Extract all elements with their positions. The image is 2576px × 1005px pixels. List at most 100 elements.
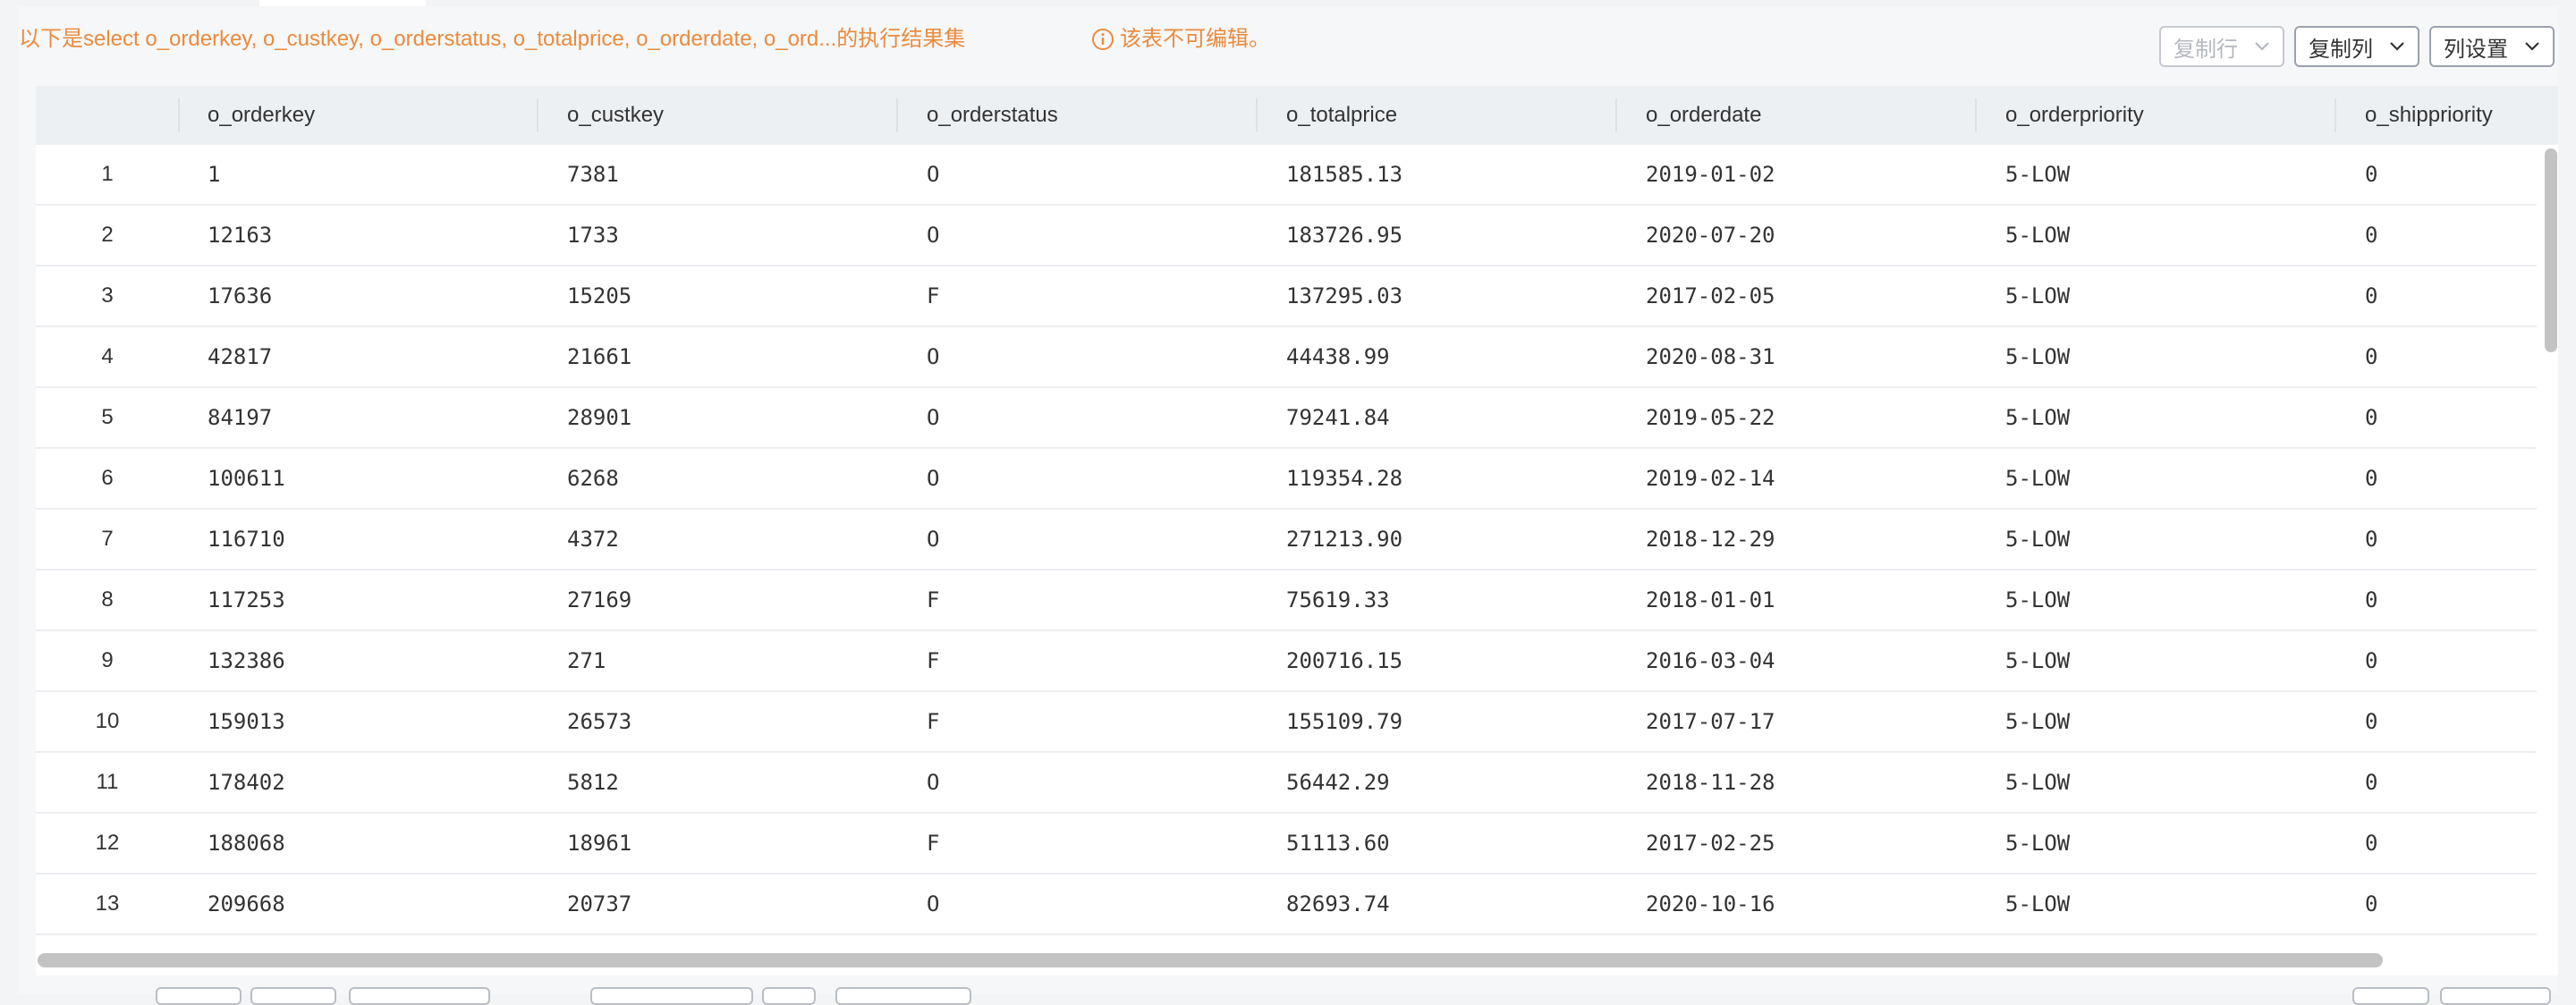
cell-o-orderstatus[interactable]: F — [927, 266, 939, 325]
cell-o-orderdate[interactable]: 2018-01-01 — [1646, 570, 1775, 629]
cell-o-orderstatus[interactable]: O — [927, 510, 939, 569]
cell-o-custkey[interactable]: 7381 — [567, 145, 619, 204]
column-header[interactable]: o_orderpriority — [2005, 86, 2144, 145]
cell-o-orderkey[interactable]: 17636 — [208, 266, 272, 325]
cell-o-orderdate[interactable]: 2016-03-04 — [1646, 631, 1775, 690]
cell-o-orderdate[interactable]: 2019-02-14 — [1646, 449, 1775, 508]
cell-o-totalprice[interactable]: 79241.84 — [1286, 388, 1390, 447]
cell-o-custkey[interactable]: 18961 — [567, 814, 631, 873]
cell-o-orderkey[interactable]: 84197 — [208, 388, 272, 447]
cell-o-totalprice[interactable]: 271213.90 — [1286, 510, 1402, 569]
cell-o-orderkey[interactable]: 100611 — [208, 449, 285, 508]
pager-button[interactable] — [349, 987, 490, 1005]
column-header[interactable]: o_totalprice — [1286, 86, 1397, 145]
pager-button[interactable] — [250, 987, 336, 1005]
column-header[interactable]: o_orderstatus — [927, 86, 1058, 145]
cell-o-totalprice[interactable]: 44438.99 — [1286, 327, 1390, 386]
cell-o-orderkey[interactable]: 159013 — [208, 692, 285, 751]
cell-o-orderstatus[interactable]: O — [927, 874, 939, 933]
table-row[interactable]: 4 42817 21661 O 44438.99 2020-08-31 5-LOW 0 — [36, 327, 2537, 388]
pager-button[interactable] — [835, 987, 971, 1005]
table-row[interactable]: 7 116710 4372 O 271213.90 2018-12-29 5-LOW 0 — [36, 510, 2537, 570]
cell-o-orderpriority[interactable]: 5-LOW — [2005, 145, 2070, 204]
cell-o-shippriority[interactable]: 0 — [2365, 206, 2377, 265]
cell-o-orderkey[interactable]: 188068 — [208, 814, 285, 873]
cell-o-orderdate[interactable]: 2018-12-29 — [1646, 510, 1775, 569]
cell-o-totalprice[interactable]: 119354.28 — [1286, 449, 1402, 508]
cell-o-orderpriority[interactable]: 5-LOW — [2005, 874, 2070, 933]
cell-o-shippriority[interactable]: 0 — [2365, 449, 2377, 508]
cell-o-orderkey[interactable]: 1 — [208, 145, 220, 204]
cell-o-custkey[interactable]: 271 — [567, 631, 606, 690]
cell-o-orderdate[interactable]: 2017-07-17 — [1646, 692, 1775, 751]
column-header[interactable]: o_custkey — [567, 86, 664, 145]
cell-o-orderpriority[interactable]: 5-LOW — [2005, 631, 2070, 690]
table-row[interactable]: 13 209668 20737 O 82693.74 2020-10-16 5-LOW 0 — [36, 874, 2537, 935]
copy-column-button[interactable]: 复制列 — [2294, 26, 2419, 67]
cell-o-shippriority[interactable]: 0 — [2365, 692, 2377, 751]
cell-o-orderpriority[interactable]: 5-LOW — [2005, 266, 2070, 325]
cell-o-custkey[interactable]: 1733 — [567, 206, 619, 265]
table-row[interactable]: 9 132386 271 F 200716.15 2016-03-04 5-LOW 0 — [36, 631, 2537, 692]
cell-o-orderdate[interactable]: 2020-10-16 — [1646, 874, 1775, 933]
cell-o-orderdate[interactable]: 2019-05-22 — [1646, 388, 1775, 447]
cell-o-shippriority[interactable]: 0 — [2365, 570, 2377, 629]
cell-o-totalprice[interactable]: 200716.15 — [1286, 631, 1402, 690]
cell-o-orderkey[interactable]: 209668 — [208, 874, 285, 933]
cell-o-orderkey[interactable]: 116710 — [208, 510, 285, 569]
cell-o-orderdate[interactable]: 2017-02-05 — [1646, 266, 1775, 325]
cell-o-orderstatus[interactable]: F — [927, 631, 939, 690]
cell-o-orderpriority[interactable]: 5-LOW — [2005, 814, 2070, 873]
pager-button[interactable] — [156, 987, 242, 1005]
cell-o-totalprice[interactable]: 137295.03 — [1286, 266, 1402, 325]
cell-o-orderstatus[interactable]: O — [927, 206, 939, 265]
horizontal-scrollbar[interactable] — [38, 953, 2383, 967]
pager-button[interactable] — [2440, 987, 2551, 1005]
cell-o-shippriority[interactable]: 0 — [2365, 327, 2377, 386]
cell-o-custkey[interactable]: 20737 — [567, 874, 631, 933]
cell-o-shippriority[interactable]: 0 — [2365, 266, 2377, 325]
cell-o-orderkey[interactable]: 178402 — [208, 753, 285, 812]
cell-o-orderstatus[interactable]: F — [927, 692, 939, 751]
cell-o-custkey[interactable]: 5812 — [567, 753, 619, 812]
cell-o-orderkey[interactable]: 132386 — [208, 631, 285, 690]
table-row[interactable]: 5 84197 28901 O 79241.84 2019-05-22 5-LOW 0 — [36, 388, 2537, 449]
cell-o-totalprice[interactable]: 51113.60 — [1286, 814, 1390, 873]
cell-o-totalprice[interactable]: 183726.95 — [1286, 206, 1402, 265]
cell-o-orderpriority[interactable]: 5-LOW — [2005, 327, 2070, 386]
cell-o-shippriority[interactable]: 0 — [2365, 388, 2377, 447]
cell-o-totalprice[interactable]: 181585.13 — [1286, 145, 1402, 204]
cell-o-totalprice[interactable]: 56442.29 — [1286, 753, 1390, 812]
pager-button[interactable] — [762, 987, 816, 1005]
cell-o-orderstatus[interactable]: O — [927, 388, 939, 447]
cell-o-shippriority[interactable]: 0 — [2365, 814, 2377, 873]
table-row[interactable]: 3 17636 15205 F 137295.03 2017-02-05 5-LOW 0 — [36, 266, 2537, 327]
column-settings-button[interactable]: 列设置 — [2429, 26, 2555, 67]
table-row[interactable]: 11 178402 5812 O 56442.29 2018-11-28 5-LOW 0 — [36, 753, 2537, 814]
table-row[interactable]: 2 12163 1733 O 183726.95 2020-07-20 5-LOW 0 — [36, 206, 2537, 266]
cell-o-orderpriority[interactable]: 5-LOW — [2005, 510, 2070, 569]
cell-o-custkey[interactable]: 28901 — [567, 388, 631, 447]
cell-o-orderkey[interactable]: 12163 — [208, 206, 272, 265]
cell-o-orderdate[interactable]: 2019-01-02 — [1646, 145, 1775, 204]
table-row[interactable]: 6 100611 6268 O 119354.28 2019-02-14 5-LOW 0 — [36, 449, 2537, 510]
cell-o-custkey[interactable]: 26573 — [567, 692, 631, 751]
cell-o-custkey[interactable]: 15205 — [567, 266, 631, 325]
cell-o-orderstatus[interactable]: O — [927, 449, 939, 508]
copy-row-button[interactable]: 复制行 — [2159, 26, 2284, 67]
table-row[interactable]: 10 159013 26573 F 155109.79 2017-07-17 5-LOW 0 — [36, 692, 2537, 753]
cell-o-orderpriority[interactable]: 5-LOW — [2005, 388, 2070, 447]
cell-o-orderpriority[interactable]: 5-LOW — [2005, 449, 2070, 508]
cell-o-shippriority[interactable]: 0 — [2365, 753, 2377, 812]
cell-o-totalprice[interactable]: 82693.74 — [1286, 874, 1390, 933]
cell-o-custkey[interactable]: 21661 — [567, 327, 631, 386]
cell-o-orderdate[interactable]: 2020-07-20 — [1646, 206, 1775, 265]
cell-o-orderstatus[interactable]: F — [927, 570, 939, 629]
cell-o-orderkey[interactable]: 117253 — [208, 570, 285, 629]
table-row[interactable]: 12 188068 18961 F 51113.60 2017-02-25 5-LOW 0 — [36, 814, 2537, 874]
cell-o-orderdate[interactable]: 2020-08-31 — [1646, 327, 1775, 386]
cell-o-orderpriority[interactable]: 5-LOW — [2005, 753, 2070, 812]
cell-o-orderpriority[interactable]: 5-LOW — [2005, 570, 2070, 629]
table-row[interactable]: 8 117253 27169 F 75619.33 2018-01-01 5-LOW 0 — [36, 570, 2537, 631]
column-header[interactable]: o_orderdate — [1646, 86, 1761, 145]
